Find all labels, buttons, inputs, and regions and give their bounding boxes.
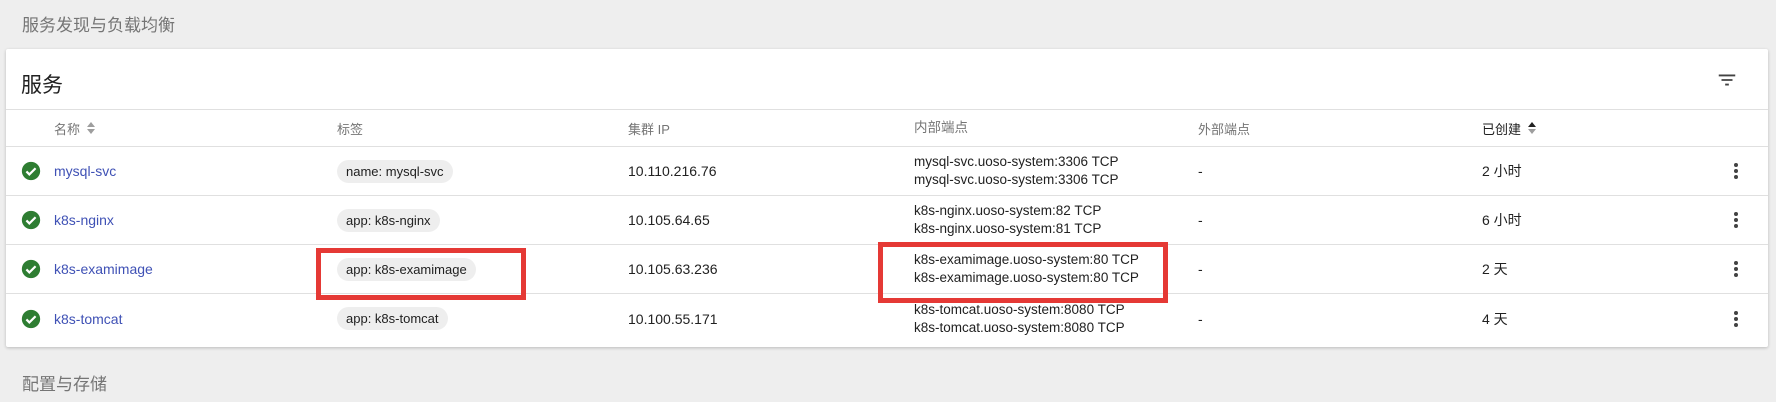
check-circle-icon — [21, 309, 41, 328]
external-endpoints: - — [1198, 163, 1203, 179]
column-header-cluster-ip: 集群 IP — [628, 121, 670, 137]
column-header-labels: 标签 — [337, 121, 364, 137]
cluster-ip: 10.105.64.65 — [628, 212, 710, 228]
more-vert-icon[interactable] — [1733, 310, 1739, 328]
label-chip: app: k8s-tomcat — [337, 307, 448, 330]
column-header-internal-endpoints: 内部端点 — [914, 120, 968, 135]
service-name-link[interactable]: k8s-nginx — [54, 212, 114, 228]
age: 2 小时 — [1482, 163, 1522, 179]
card-title: 服务 — [21, 74, 63, 97]
service-name-link[interactable]: k8s-tomcat — [54, 311, 122, 327]
more-vert-icon[interactable] — [1733, 162, 1739, 180]
internal-endpoint: k8s-examimage.uoso-system:80 TCP — [914, 270, 1139, 285]
section-heading-discovery: 服务发现与负载均衡 — [22, 16, 175, 35]
internal-endpoints: k8s-examimage.uoso-system:80 TCP k8s-exa… — [914, 245, 1139, 293]
cluster-ip: 10.110.216.76 — [628, 163, 717, 179]
check-circle-icon — [21, 259, 41, 279]
internal-endpoints: mysql-svc.uoso-system:3306 TCP mysql-svc… — [914, 147, 1119, 195]
internal-endpoint: k8s-nginx.uoso-system:81 TCP — [914, 221, 1102, 236]
label-chip: app: k8s-nginx — [337, 208, 440, 232]
service-name-link[interactable]: k8s-examimage — [54, 261, 153, 277]
card-header: 服务 — [6, 49, 1768, 110]
column-header-age[interactable]: 已创建 — [1482, 110, 1537, 146]
external-endpoints: - — [1198, 261, 1203, 277]
label-chip: app: k8s-examimage — [337, 257, 476, 281]
table-row: mysql-svc name: mysql-svc 10.110.216.76 … — [6, 147, 1768, 196]
more-vert-icon[interactable] — [1733, 260, 1739, 278]
internal-endpoints: k8s-tomcat.uoso-system:8080 TCP k8s-tomc… — [914, 294, 1125, 343]
age: 6 小时 — [1482, 212, 1522, 228]
check-circle-icon — [21, 210, 41, 230]
age: 2 天 — [1482, 261, 1508, 277]
internal-endpoint: k8s-tomcat.uoso-system:8080 TCP — [914, 319, 1125, 335]
column-header-external-endpoints: 外部端点 — [1198, 121, 1251, 137]
internal-endpoints: k8s-nginx.uoso-system:82 TCP k8s-nginx.u… — [914, 196, 1101, 244]
table-header-row: 名称 标签 集群 IP 内部端点 外部端点 已创建 — [6, 110, 1768, 147]
label-chip: name: mysql-svc — [337, 159, 453, 183]
internal-endpoint: k8s-tomcat.uoso-system:8080 TCP — [914, 301, 1125, 317]
age: 4 天 — [1482, 310, 1508, 327]
table-row: k8s-tomcat app: k8s-tomcat 10.100.55.171… — [6, 294, 1768, 343]
cluster-ip: 10.100.55.171 — [628, 310, 718, 327]
internal-endpoint: k8s-nginx.uoso-system:82 TCP — [914, 203, 1102, 218]
sort-icon[interactable] — [1527, 122, 1537, 134]
internal-endpoint: mysql-svc.uoso-system:3306 TCP — [914, 154, 1119, 169]
service-name-link[interactable]: mysql-svc — [54, 163, 116, 179]
cluster-ip: 10.105.63.236 — [628, 261, 718, 277]
external-endpoints: - — [1198, 212, 1203, 228]
internal-endpoint: k8s-examimage.uoso-system:80 TCP — [914, 252, 1139, 267]
section-heading-config-storage: 配置与存储 — [22, 375, 107, 394]
internal-endpoint: mysql-svc.uoso-system:3306 TCP — [914, 172, 1119, 187]
filter-list-icon[interactable] — [1716, 69, 1738, 91]
external-endpoints: - — [1198, 310, 1203, 327]
column-header-name[interactable]: 名称 — [54, 110, 96, 146]
services-card: 服务 名称 标签 集群 IP 内部端点 外部端点 已创建 mysql-svc n… — [6, 49, 1768, 347]
table-row: k8s-examimage app: k8s-examimage 10.105.… — [6, 245, 1768, 294]
table-row: k8s-nginx app: k8s-nginx 10.105.64.65 k8… — [6, 196, 1768, 245]
sort-icon[interactable] — [86, 122, 96, 134]
check-circle-icon — [21, 161, 41, 181]
more-vert-icon[interactable] — [1733, 211, 1739, 229]
